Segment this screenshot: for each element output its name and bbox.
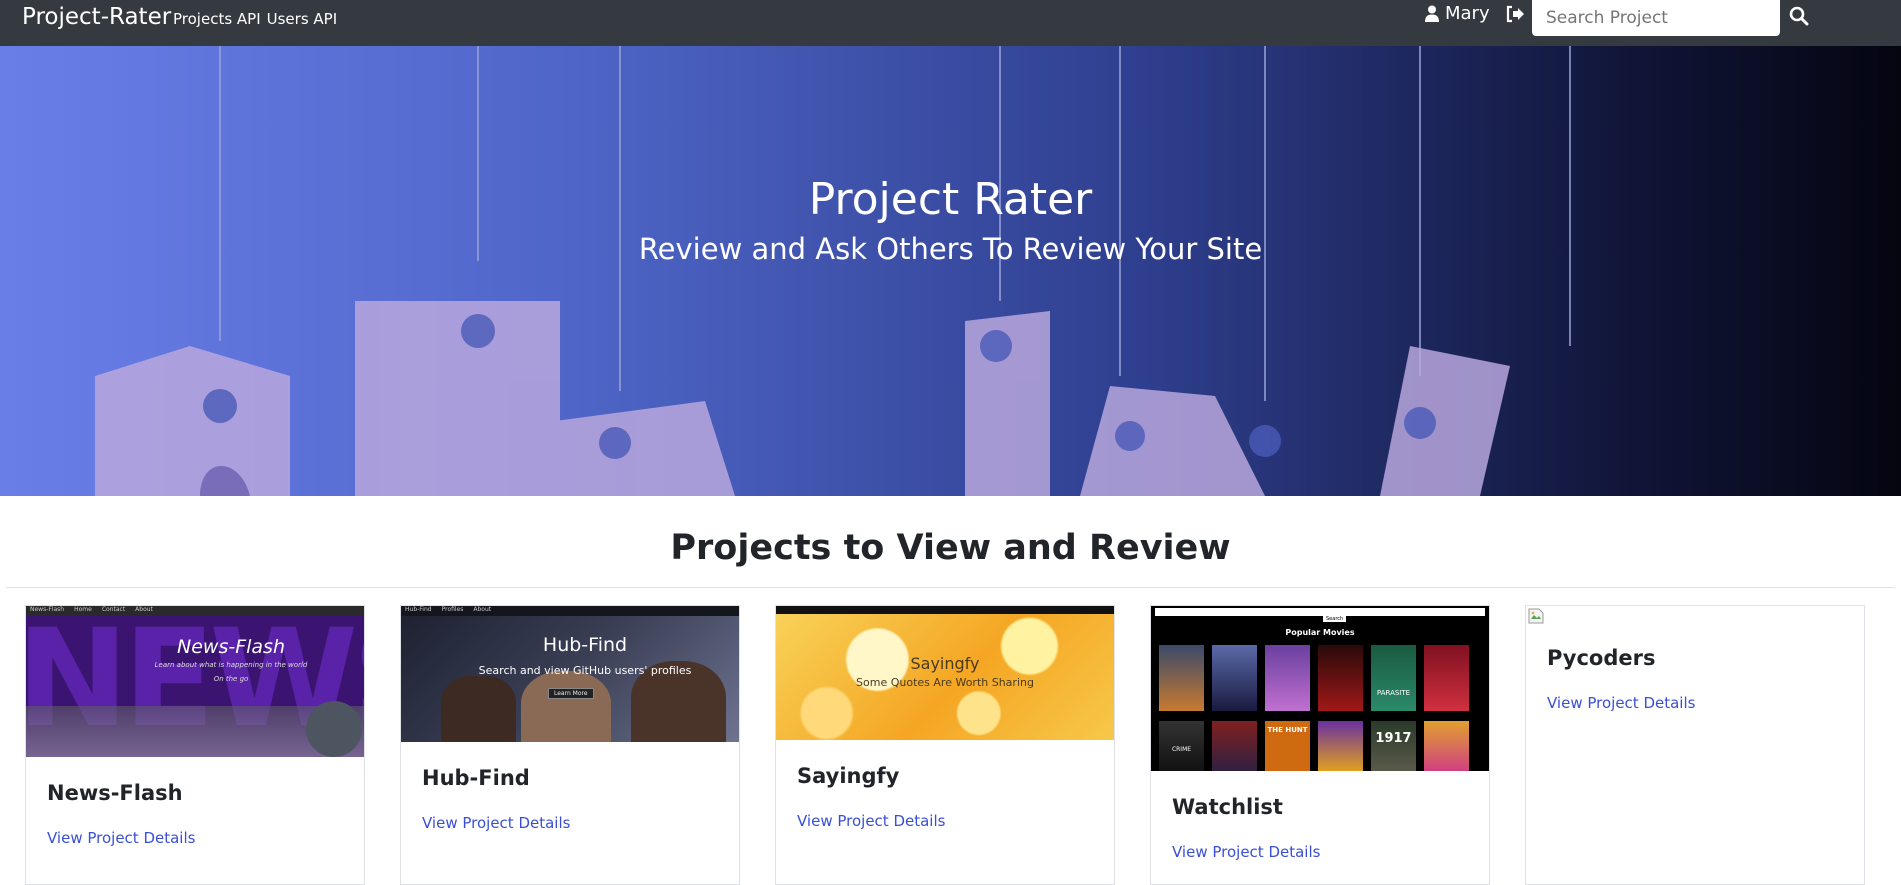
thumb-tagline: Learn about what is happening in the wor… — [154, 661, 308, 669]
project-thumbnail-watchlist[interactable]: Search Popular Movies PARASITE CRIME THE… — [1151, 606, 1489, 771]
user-name: Mary — [1445, 3, 1490, 24]
thumb-tagline: Search and view GitHub users' profiles — [478, 664, 692, 677]
thumb-nav-item: Hub-Find — [405, 606, 432, 613]
project-title: Watchlist — [1172, 795, 1283, 819]
hero-banner: Project Rater Review and Ask Others To R… — [0, 46, 1901, 496]
top-navbar: Project-Rater Projects API Users API Mar… — [0, 0, 1901, 46]
project-card-watchlist: Search Popular Movies PARASITE CRIME THE… — [1150, 605, 1490, 885]
view-project-details-link[interactable]: View Project Details — [797, 812, 945, 830]
view-project-details-link[interactable]: View Project Details — [422, 814, 570, 832]
brand-link[interactable]: Project-Rater — [22, 4, 171, 30]
thumb-poster-title: CRIME — [1171, 746, 1192, 753]
thumb-search-label: Search — [1323, 616, 1347, 622]
search-button[interactable] — [1786, 4, 1812, 30]
project-title: Pycoders — [1547, 646, 1656, 670]
thumb-poster-title: THE HUNT — [1267, 726, 1308, 734]
thumb-learn-more: Learn More — [548, 688, 594, 699]
hero-review-tags-image — [95, 46, 1571, 496]
project-card-hub-find: Hub-Find Profiles About Hub-Find Search … — [400, 605, 740, 885]
project-card-news-flash: News-Flash Home Contact About NEWS News-… — [25, 605, 365, 885]
project-title: News-Flash — [47, 781, 183, 805]
project-title: Sayingfy — [797, 764, 900, 788]
project-thumbnail-hub-find[interactable]: Hub-Find Profiles About Hub-Find Search … — [401, 606, 739, 742]
thumb-heading: News-Flash — [177, 636, 285, 658]
project-title: Hub-Find — [422, 766, 530, 790]
thumb-heading: Hub-Find — [542, 634, 628, 656]
thumb-nav-item: Profiles — [441, 606, 464, 613]
project-card-pycoders: Pycoders View Project Details — [1525, 605, 1865, 885]
thumb-nav-item: About — [473, 606, 492, 613]
user-menu[interactable]: Mary — [1425, 3, 1490, 24]
hero-title: Project Rater — [808, 174, 1093, 225]
section-divider — [6, 587, 1895, 588]
thumb-poster-title: PARASITE — [1376, 689, 1411, 697]
project-thumbnail-news-flash[interactable]: News-Flash Home Contact About NEWS News-… — [26, 606, 364, 757]
view-project-details-link[interactable]: View Project Details — [1547, 694, 1695, 712]
nav-links: Projects API Users API — [173, 10, 337, 28]
view-project-details-link[interactable]: View Project Details — [47, 829, 195, 847]
nav-link-users-api[interactable]: Users API — [267, 10, 338, 28]
project-card-sayingfy: Sayingfy Some Quotes Are Worth Sharing S… — [775, 605, 1115, 885]
search-input[interactable] — [1532, 0, 1780, 36]
thumb-tagline: Some Quotes Are Worth Sharing — [856, 676, 1034, 689]
section-title: Projects to View and Review — [670, 528, 1231, 568]
project-thumbnail-sayingfy[interactable]: Sayingfy Some Quotes Are Worth Sharing — [776, 606, 1114, 740]
thumb-sub: On the go — [213, 675, 249, 683]
user-icon — [1425, 5, 1439, 22]
broken-image-icon[interactable] — [1528, 608, 1544, 624]
nav-link-projects-api[interactable]: Projects API — [173, 10, 261, 28]
thumb-poster-title: 1917 — [1375, 731, 1412, 746]
view-project-details-link[interactable]: View Project Details — [1172, 843, 1320, 861]
logout-icon[interactable] — [1505, 4, 1525, 24]
thumb-heading: Sayingfy — [910, 654, 980, 673]
thumb-heading: Popular Movies — [1285, 628, 1355, 637]
thumb-nav: Hub-Find Profiles About — [401, 606, 739, 616]
hero-subtitle: Review and Ask Others To Review Your Sit… — [638, 232, 1263, 266]
search-icon — [1789, 6, 1809, 25]
